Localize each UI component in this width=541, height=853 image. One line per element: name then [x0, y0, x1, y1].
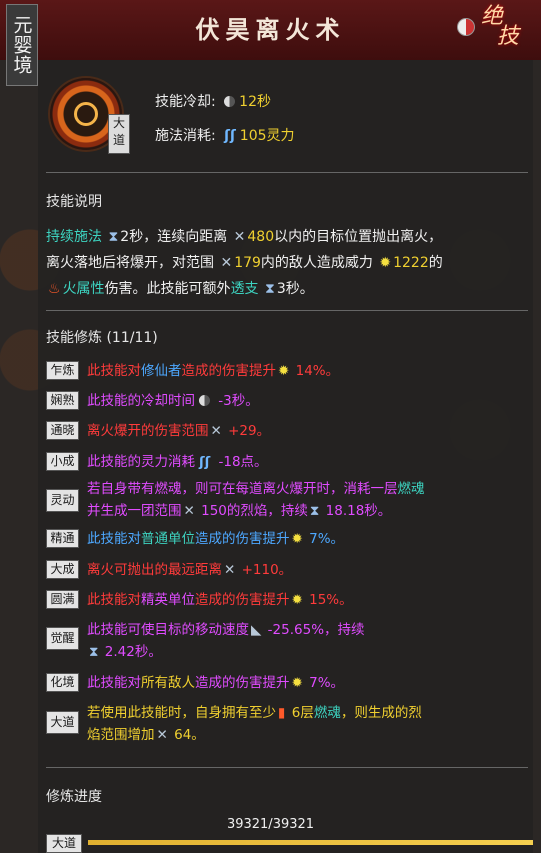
range-icon: ✕ — [224, 562, 236, 578]
mod-badge: 小成 — [46, 452, 79, 471]
mana-icon: ʃʃ — [224, 128, 236, 144]
soul-icon: ▮ — [278, 705, 286, 721]
area-value: 179 — [234, 255, 261, 271]
header-bar: 伏昊离火术 绝 技 — [0, 0, 541, 60]
mod-text: 若自身带有燃魂，则可在每道离火爆开时，消耗一层燃魂 并生成一团范围 ✕ 150的烈焰… — [87, 481, 425, 519]
mod-text: 此技能对所有敌人造成的伤害提升 ✹ 7%。 — [87, 675, 345, 691]
mod-badge: 觉醒 — [46, 627, 79, 650]
desc-text: 内的敌人造成威力 — [260, 255, 373, 271]
power-icon: ✹ — [379, 255, 392, 271]
power-icon: ✹ — [278, 363, 290, 379]
mod-badge: 精通 — [46, 529, 79, 548]
area-icon: ✕ — [156, 727, 168, 743]
mod-text: 此技能可使目标的移动速度 ◣ -25.65%，持续 ⧗ 2.42秒。 — [87, 622, 365, 660]
description-title: 技能说明 — [46, 194, 102, 210]
progress-bar — [88, 840, 533, 845]
keyword-channel: 持续施法 — [46, 229, 102, 245]
skill-tier-tag: 大道 — [108, 114, 130, 154]
hourglass-icon: ⧗ — [309, 503, 320, 519]
toggle-icon[interactable] — [457, 18, 475, 36]
desc-text: 伤害。此技能可额外 — [104, 281, 231, 297]
mod-text: 此技能的冷却时间 -3秒。 — [87, 393, 259, 409]
cost-label: 施法消耗: — [155, 128, 216, 144]
cost-row: 施法消耗: ʃʃ 105灵力 — [155, 125, 295, 145]
description-line-3: ♨ 火属性伤害。此技能可额外透支 ⧗ 3秒。 — [46, 278, 314, 298]
mod-text: 此技能的灵力消耗 ʃʃ -18点。 — [87, 454, 268, 470]
cooldown-row: 技能冷却: 12秒 — [155, 91, 271, 111]
cooldown-icon — [199, 395, 210, 406]
cooldown-value: 12秒 — [239, 94, 271, 110]
desc-text: 2秒，连续向距离 — [120, 229, 228, 245]
range-icon: ✕ — [233, 229, 246, 245]
mod-text: 离火爆开的伤害范围 ✕ +29。 — [87, 423, 271, 439]
divider — [46, 767, 528, 768]
fire-core-icon — [74, 102, 98, 126]
mod-text: 此技能对普通单位造成的伤害提升 ✹ 7%。 — [87, 531, 345, 547]
desc-text: 以内的目标位置抛出离火， — [274, 229, 443, 245]
desc-text: 3秒。 — [276, 281, 314, 297]
cooldown-icon — [224, 96, 236, 107]
power-value: 1222 — [393, 255, 429, 271]
mods-title: 技能修炼 (11/11) — [46, 330, 158, 346]
category-char-2: 技 — [497, 24, 520, 49]
mod-badge: 通晓 — [46, 421, 79, 440]
fire-element-icon: ♨ — [48, 281, 61, 297]
mod-badge: 圆满 — [46, 590, 79, 609]
desc-text: 离火落地后将爆开，对范围 — [46, 255, 214, 271]
realm-badge: 元婴境 — [6, 4, 38, 86]
mod-text: 离火可抛出的最远距离 ✕ +110。 — [87, 562, 293, 578]
power-icon: ✹ — [291, 592, 303, 608]
mod-badge: 灵动 — [46, 489, 79, 512]
keyword-fire-element: 火属性 — [62, 281, 105, 297]
desc-text: 的 — [428, 255, 443, 271]
mod-text: 此技能对精英单位造成的伤害提升 ✹ 15%。 — [87, 592, 353, 608]
description-line-2: 离火落地后将爆开，对范围 ✕ 179内的敌人造成威力 ✹ 1222的 — [46, 252, 443, 272]
divider — [46, 172, 528, 173]
mod-text: 此技能对修仙者造成的伤害提升 ✹ 14%。 — [87, 363, 340, 379]
slow-icon: ◣ — [251, 622, 262, 638]
keyword-overdraw: 透支 — [230, 281, 259, 297]
divider — [46, 310, 528, 311]
progress-fill — [88, 840, 533, 845]
progress-tier-badge: 大道 — [46, 834, 82, 853]
mod-badge: 化境 — [46, 673, 79, 692]
mod-badge: 乍炼 — [46, 361, 79, 380]
area-icon: ✕ — [220, 255, 233, 271]
hourglass-icon: ⧗ — [89, 644, 99, 660]
cooldown-label: 技能冷却: — [155, 94, 216, 110]
skill-category-emblem: 绝 技 — [457, 6, 537, 52]
area-icon: ✕ — [183, 503, 195, 519]
realm-label: 元婴境 — [10, 15, 33, 75]
hourglass-icon: ⧗ — [108, 229, 119, 245]
mod-badge: 大成 — [46, 560, 79, 579]
cost-value: 105灵力 — [239, 128, 295, 144]
hourglass-icon: ⧗ — [265, 281, 275, 297]
power-icon: ✹ — [291, 675, 303, 691]
mod-badge: 大道 — [46, 711, 79, 734]
mana-icon: ʃʃ — [199, 454, 211, 470]
description-line-1: 持续施法 ⧗ 2秒，连续向距离 ✕ 480以内的目标位置抛出离火， — [46, 226, 442, 246]
power-icon: ✹ — [291, 531, 303, 547]
mod-text: 若使用此技能时，自身拥有至少 ▮ 6层燃魂，则生成的烈 焰范围增加 ✕ 64。 — [87, 705, 422, 743]
progress-value: 39321/39321 — [226, 817, 315, 832]
progress-title: 修炼进度 — [46, 789, 102, 805]
range-value: 480 — [247, 229, 275, 245]
mod-badge: 娴熟 — [46, 391, 79, 410]
area-icon: ✕ — [210, 423, 222, 439]
